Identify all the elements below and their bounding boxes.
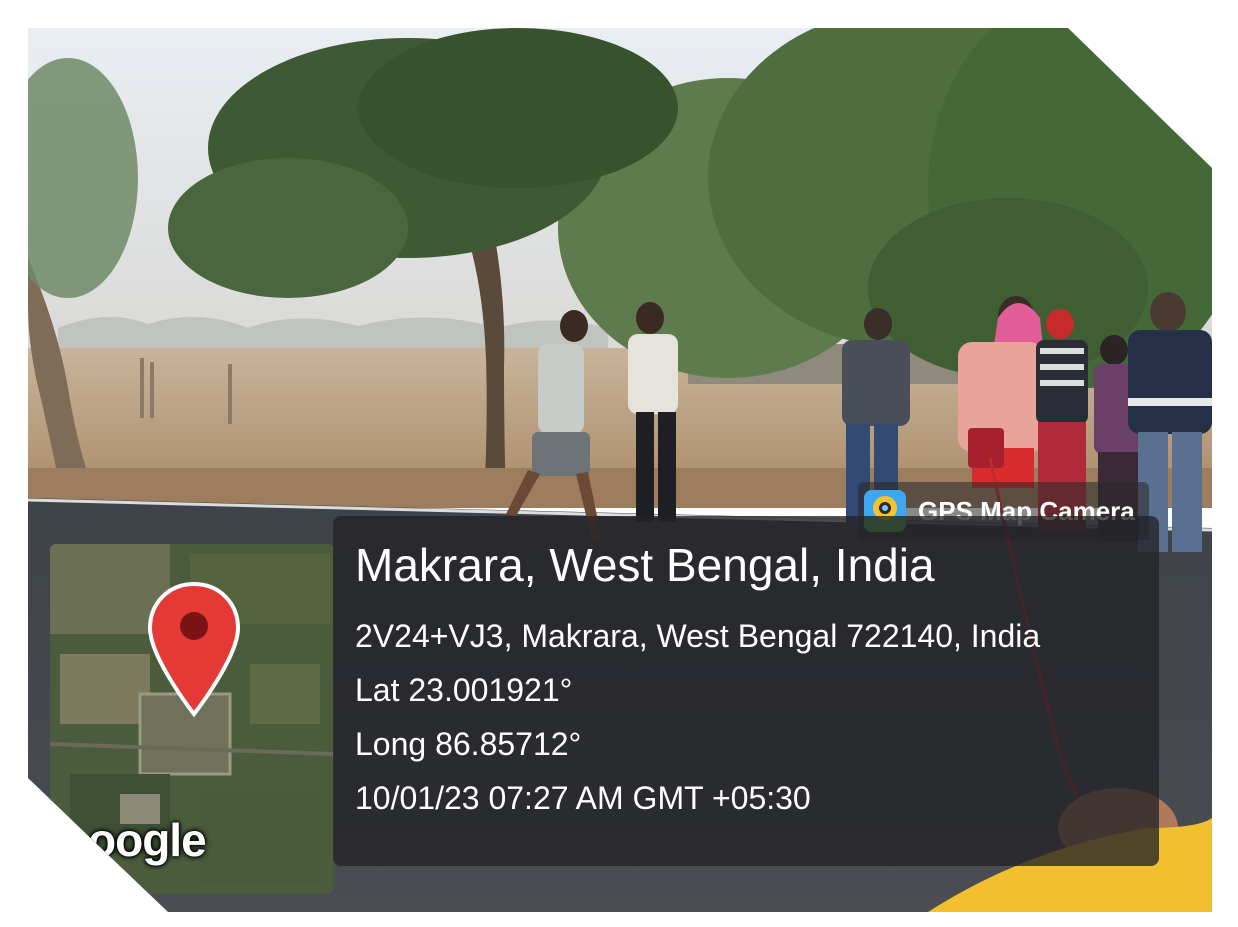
datetime-line: 10/01/23 07:27 AM GMT +05:30	[355, 780, 811, 816]
map-attribution: oogle	[88, 814, 207, 866]
map-pin-icon	[147, 581, 241, 718]
longitude-line: Long 86.85712°	[355, 726, 582, 762]
location-info-card: Makrara, West Bengal, India 2V24+VJ3, Ma…	[333, 516, 1159, 866]
address-line: 2V24+VJ3, Makrara, West Bengal 722140, I…	[355, 618, 1041, 654]
location-title: Makrara, West Bengal, India	[355, 539, 935, 591]
photo-frame: oogle GPS Map Camera Makrara, West Benga…	[0, 0, 1238, 927]
latitude-line: Lat 23.001921°	[355, 672, 573, 708]
